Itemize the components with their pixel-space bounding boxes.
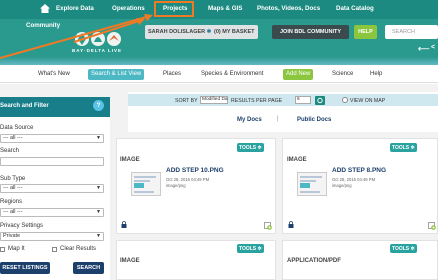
tools-label: TOOLS <box>239 145 257 151</box>
search-field[interactable] <box>0 157 104 166</box>
document-thumbnail[interactable] <box>297 172 327 196</box>
view-on-map-radio[interactable] <box>342 97 348 103</box>
privacy-label: Privacy Settings <box>0 223 44 229</box>
sort-by-label: SORT BY <box>175 98 198 104</box>
nav-maps-gis[interactable]: Maps & GIS <box>208 5 242 12</box>
document-mime: image/png <box>332 183 352 188</box>
my-basket-button[interactable]: (0) MY BASKET <box>211 25 258 39</box>
document-mime: image/png <box>166 183 186 188</box>
clear-results-label: Clear Results <box>60 246 97 252</box>
search-filter-title: Search and Filter <box>0 103 49 109</box>
card-type-label: IMAGE <box>287 157 307 163</box>
tab-add-new[interactable]: Add New <box>283 69 314 80</box>
search-label: Search <box>0 148 20 154</box>
search-placeholder: SEARCH <box>392 29 415 35</box>
tab-search-list-view[interactable]: Search & List View <box>88 69 145 80</box>
privacy-value: Private <box>3 233 21 239</box>
card-type-label: IMAGE <box>120 157 140 163</box>
chevron-down-icon: ▼ <box>96 209 101 215</box>
privacy-select[interactable]: Private ▼ <box>0 232 104 241</box>
share-icon[interactable]: < <box>431 44 435 51</box>
document-title[interactable]: ADD STEP 10.PNG <box>166 167 224 174</box>
clear-results-checkbox[interactable] <box>52 247 57 252</box>
tab-science[interactable]: Science <box>329 69 356 80</box>
tools-label: TOOLS <box>392 145 410 151</box>
results-per-page-value: 6 <box>297 97 300 102</box>
tab-help[interactable]: Help <box>367 69 385 80</box>
nav-data-catalog[interactable]: Data Catalog <box>336 5 374 12</box>
card-type-label: APPLICATION/PDF <box>287 258 341 264</box>
help-icon[interactable]: ? <box>93 100 104 111</box>
home-icon[interactable] <box>40 4 50 13</box>
view-on-map-label: VIEW ON MAP <box>350 98 386 104</box>
doc-links-divider: | <box>277 116 279 122</box>
gear-icon: ✲ <box>410 246 415 252</box>
sort-by-select[interactable]: Modified Da <box>200 96 228 104</box>
search-button[interactable]: SEARCH <box>73 262 104 274</box>
tools-button[interactable]: TOOLS ✲ <box>390 143 417 152</box>
my-docs-link[interactable]: My Docs <box>237 117 262 123</box>
data-source-value: --- all --- <box>3 135 23 141</box>
decorative-wave <box>0 57 438 65</box>
projects-highlight-box <box>154 1 194 17</box>
document-thumbnail[interactable] <box>131 172 161 196</box>
gear-icon: ✲ <box>257 145 262 151</box>
tools-button[interactable]: TOOLS ✲ <box>390 244 417 253</box>
subtype-value: --- all --- <box>3 185 23 191</box>
nav-operations[interactable]: Operations <box>112 5 145 12</box>
basket-label: (0) MY BASKET <box>214 29 255 35</box>
logo-text: BAY·DELTA LIVE <box>72 48 123 53</box>
regions-label: Regions <box>0 199 23 205</box>
tools-button[interactable]: TOOLS ✲ <box>237 143 264 152</box>
lock-icon <box>121 221 127 228</box>
arrow-left-icon[interactable]: ⟵ <box>418 44 429 53</box>
subtype-label: Sub Type <box>0 176 26 182</box>
nav-community[interactable]: Community <box>26 22 60 29</box>
document-date: Oct 28, 2015 04:49 PM <box>166 177 210 182</box>
tools-label: TOOLS <box>239 246 257 252</box>
document-date: Oct 28, 2015 04:49 PM <box>332 177 376 182</box>
user-account-button[interactable]: SARAH DOLISLAGER ✱ <box>145 25 215 39</box>
help-button[interactable]: HELP <box>354 25 377 39</box>
data-source-select[interactable]: --- all --- ▼ <box>0 134 104 143</box>
gear-icon: ✲ <box>410 145 415 151</box>
results-per-page-select[interactable]: 6 <box>295 96 311 104</box>
add-to-basket-icon[interactable] <box>428 222 436 230</box>
document-title[interactable]: ADD STEP 8.PNG <box>332 167 386 174</box>
public-docs-link[interactable]: Public Docs <box>297 117 331 123</box>
reset-listings-button[interactable]: RESET LISTINGS <box>0 262 50 274</box>
lock-icon <box>288 221 294 228</box>
add-to-basket-icon[interactable] <box>264 222 272 230</box>
join-community-button[interactable]: JOIN BDL COMMUNITY <box>272 25 349 39</box>
map-it-checkbox[interactable] <box>0 247 5 252</box>
sort-by-value: Modified Da <box>202 97 228 102</box>
tools-button[interactable]: TOOLS ✲ <box>237 244 264 253</box>
chevron-down-icon: ▼ <box>96 185 101 191</box>
map-it-label: Map It <box>8 246 25 252</box>
gear-icon: ✲ <box>257 246 262 252</box>
user-name: SARAH DOLISLAGER <box>148 29 206 35</box>
nav-photos-videos-docs[interactable]: Photos, Videos, Docs <box>257 5 320 12</box>
settings-gear-icon[interactable] <box>315 96 325 105</box>
subtype-select[interactable]: --- all --- ▼ <box>0 184 104 193</box>
data-source-label: Data Source <box>0 125 34 131</box>
tools-label: TOOLS <box>392 246 410 252</box>
nav-explore-data[interactable]: Explore Data <box>56 5 94 12</box>
regions-select[interactable]: --- all --- ▼ <box>0 208 104 217</box>
results-per-page-label: RESULTS PER PAGE <box>231 98 283 104</box>
chevron-down-icon: ▼ <box>96 135 101 141</box>
tab-places[interactable]: Places <box>160 69 184 80</box>
regions-value: --- all --- <box>3 209 23 215</box>
top-navigation-bar: Explore Data Operations Projects Maps & … <box>0 0 438 19</box>
card-type-label: IMAGE <box>120 258 140 264</box>
chevron-down-icon: ▼ <box>96 233 101 239</box>
tab-whats-new[interactable]: What's New <box>35 69 73 80</box>
tab-species-environment[interactable]: Species & Environment <box>198 69 266 80</box>
